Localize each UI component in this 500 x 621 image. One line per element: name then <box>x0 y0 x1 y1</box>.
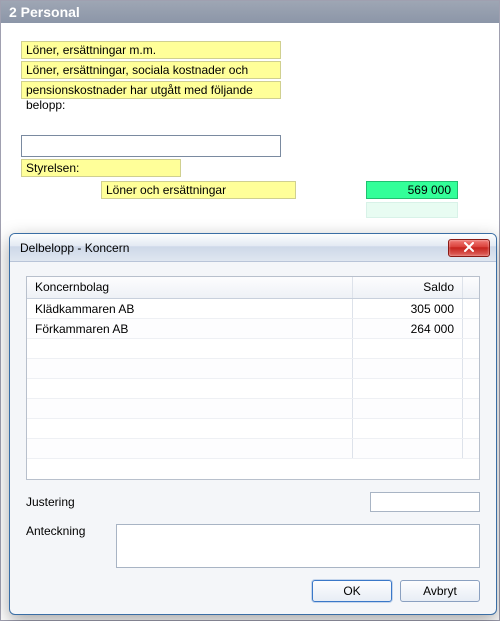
dialog-titlebar[interactable]: Delbelopp - Koncern <box>10 234 496 262</box>
styrelsen-label[interactable]: Styrelsen: <box>21 159 181 177</box>
cell-saldo: 264 000 <box>353 319 463 338</box>
ok-button[interactable]: OK <box>312 580 392 602</box>
table-row-empty <box>27 379 479 399</box>
table-row-empty <box>27 359 479 379</box>
dialog-title: Delbelopp - Koncern <box>20 241 448 255</box>
main-window: 2 Personal Löner, ersättningar m.m. Löne… <box>0 0 500 621</box>
delbelopp-dialog: Delbelopp - Koncern Koncernbolag Saldo K… <box>9 233 497 615</box>
table-header: Koncernbolag Saldo <box>27 277 479 299</box>
salaries-row: Löner och ersättningar 569 000 <box>21 181 479 199</box>
cancel-button[interactable]: Avbryt <box>400 580 480 602</box>
blank-input[interactable] <box>21 135 281 157</box>
adjust-input[interactable] <box>370 492 480 512</box>
note-label: Anteckning <box>26 524 116 538</box>
col-header-saldo[interactable]: Saldo <box>353 277 463 298</box>
salaries-label[interactable]: Löner och ersättningar <box>101 181 296 199</box>
salaries-value[interactable]: 569 000 <box>366 181 458 199</box>
table-row-empty <box>27 439 479 459</box>
dialog-button-row: OK Avbryt <box>26 580 480 602</box>
cell-name: Klädkammaren AB <box>27 299 353 318</box>
window-titlebar: 2 Personal <box>1 1 499 23</box>
content-area: Löner, ersättningar m.m. Löner, ersättni… <box>1 23 499 228</box>
note-row: Anteckning <box>26 524 480 568</box>
table-row-empty <box>27 399 479 419</box>
close-icon <box>464 241 474 255</box>
col-header-spacer <box>463 277 479 298</box>
window-title: 2 Personal <box>9 4 80 20</box>
cell-saldo: 305 000 <box>353 299 463 318</box>
dialog-close-button[interactable] <box>448 239 490 257</box>
table-row-empty <box>27 419 479 439</box>
heading-line-1[interactable]: Löner, ersättningar m.m. <box>21 41 281 59</box>
table-row[interactable]: Klädkammaren AB 305 000 <box>27 299 479 319</box>
note-textarea[interactable] <box>116 524 480 568</box>
heading-line-2[interactable]: Löner, ersättningar, sociala kostnader o… <box>21 61 281 79</box>
koncern-table[interactable]: Koncernbolag Saldo Klädkammaren AB 305 0… <box>26 276 480 480</box>
table-row-empty <box>27 339 479 359</box>
next-value-peek <box>366 202 458 218</box>
adjust-label: Justering <box>26 495 116 509</box>
heading-line-3[interactable]: pensionskostnader har utgått med följand… <box>21 81 281 99</box>
col-header-name[interactable]: Koncernbolag <box>27 277 353 298</box>
dialog-body: Koncernbolag Saldo Klädkammaren AB 305 0… <box>10 262 496 614</box>
table-body[interactable]: Klädkammaren AB 305 000 Förkammaren AB 2… <box>27 299 479 479</box>
adjust-row: Justering <box>26 492 480 512</box>
cell-name: Förkammaren AB <box>27 319 353 338</box>
table-row[interactable]: Förkammaren AB 264 000 <box>27 319 479 339</box>
